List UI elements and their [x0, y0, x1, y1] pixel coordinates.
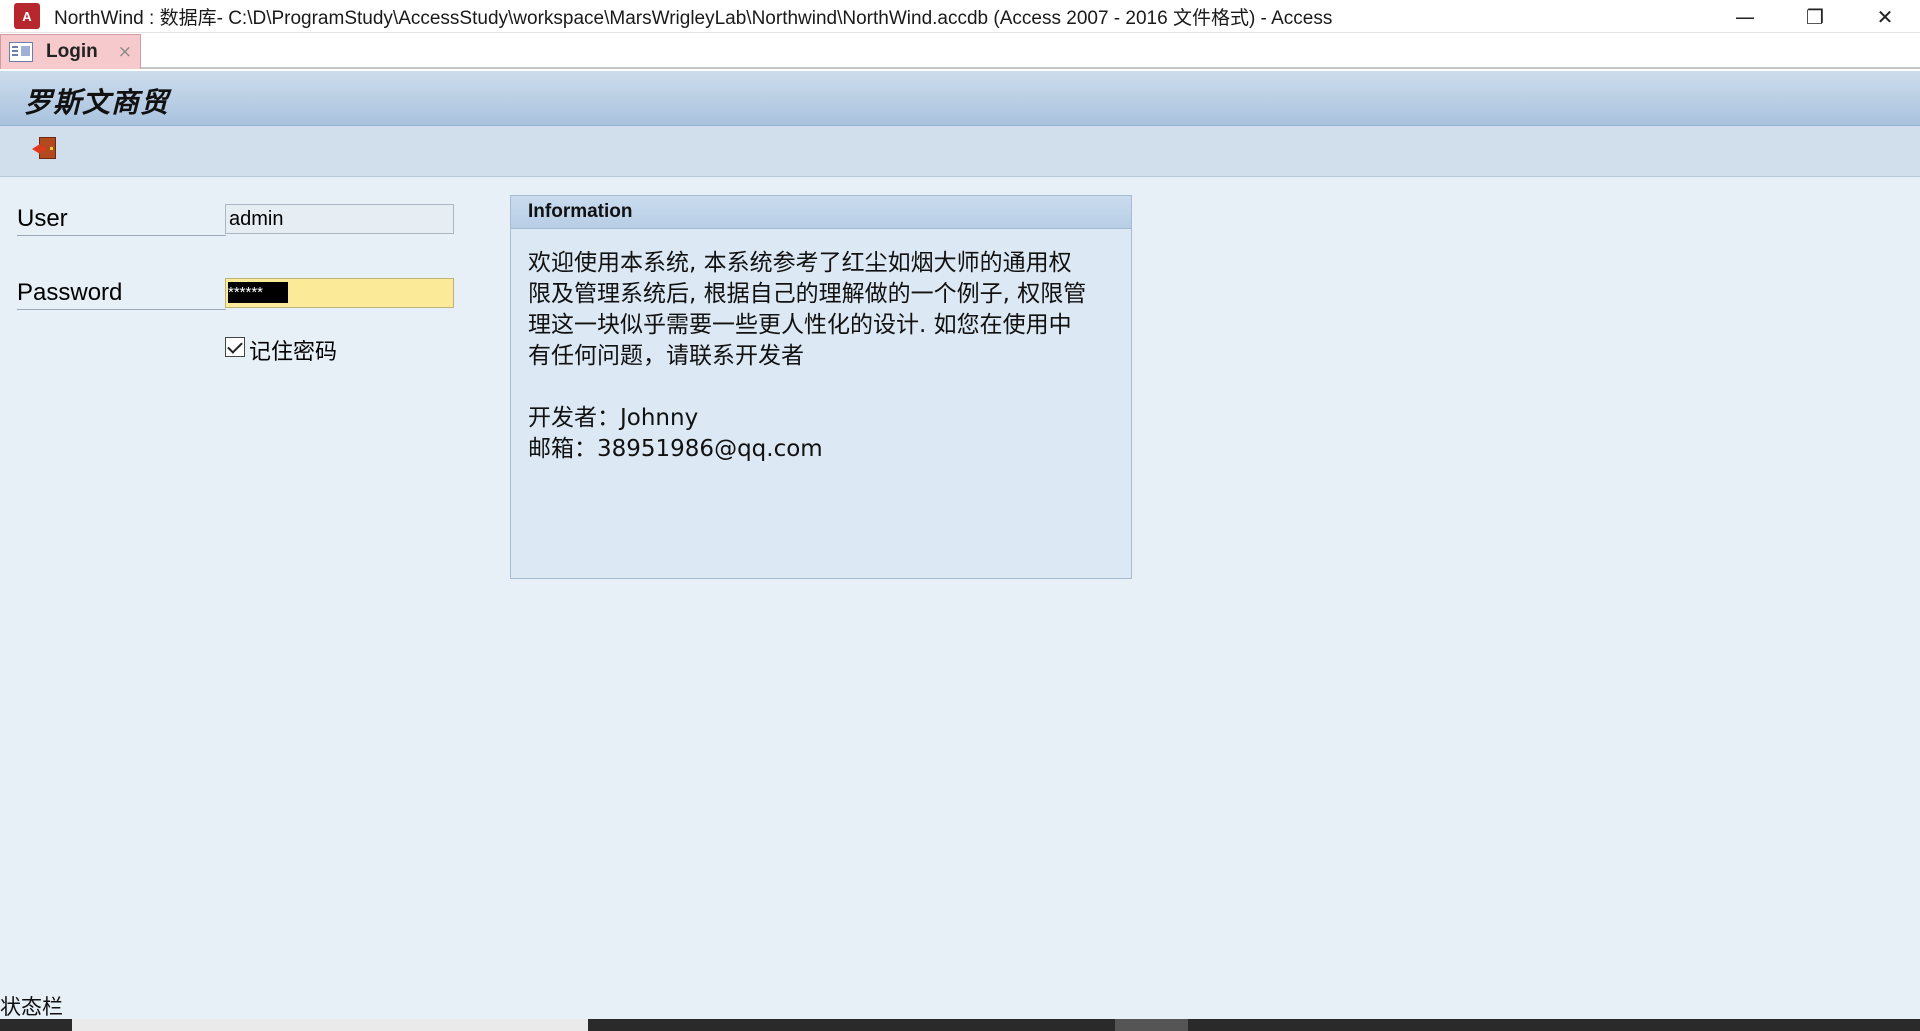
information-header: Information	[511, 196, 1131, 229]
login-form: 罗斯文商贸 User Password ****** 记住密码 Informat…	[0, 71, 1920, 1031]
info-line: 欢迎使用本系统, 本系统参考了红尘如烟大师的通用权	[528, 250, 1072, 276]
tab-login[interactable]: Login ×	[0, 34, 141, 69]
restore-button[interactable]: ❐	[1780, 0, 1850, 33]
email-text: 邮箱：38951986@qq.com	[528, 436, 823, 462]
taskbar-strip	[0, 1019, 1920, 1031]
info-line: 理这一块似乎需要一些更人性化的设计. 如您在使用中	[528, 312, 1072, 338]
form-header: 罗斯文商贸	[0, 71, 1920, 126]
remember-password-label[interactable]: 记住密码	[249, 334, 337, 366]
info-line: 有任何问题，请联系开发者	[528, 343, 804, 369]
developer-text: 开发者：Johnny	[528, 405, 699, 431]
information-panel: Information 欢迎使用本系统, 本系统参考了红尘如烟大师的通用权 限及…	[510, 195, 1132, 579]
minimize-button[interactable]: —	[1710, 0, 1780, 33]
form-toolbar	[0, 126, 1920, 177]
info-line: 限及管理系统后, 根据自己的理解做的一个例子, 权限管	[528, 281, 1087, 307]
user-label: User	[17, 205, 226, 236]
tab-label: Login	[46, 41, 98, 62]
brand-title: 罗斯文商贸	[24, 86, 170, 119]
user-input[interactable]	[225, 204, 454, 234]
password-masked-text: ******	[228, 282, 288, 303]
remember-password-checkbox[interactable]	[225, 337, 245, 357]
form-icon	[9, 42, 33, 62]
password-input[interactable]: ******	[225, 278, 454, 308]
exit-door-icon[interactable]	[32, 135, 58, 161]
title-bar: A NorthWind : 数据库- C:\D\ProgramStudy\Acc…	[0, 0, 1920, 33]
information-body: 欢迎使用本系统, 本系统参考了红尘如烟大师的通用权 限及管理系统后, 根据自己的…	[511, 229, 1131, 465]
tab-close-icon[interactable]: ×	[118, 42, 132, 62]
access-app-icon[interactable]: A	[14, 3, 43, 29]
close-window-button[interactable]: ✕	[1850, 0, 1920, 33]
window-controls: — ❐ ✕	[1710, 0, 1920, 33]
document-tab-strip: Login ×	[0, 33, 1920, 69]
status-bar-text: 状态栏	[0, 995, 63, 1019]
window-title: NorthWind : 数据库- C:\D\ProgramStudy\Acces…	[54, 7, 1333, 29]
password-label: Password	[17, 279, 226, 310]
